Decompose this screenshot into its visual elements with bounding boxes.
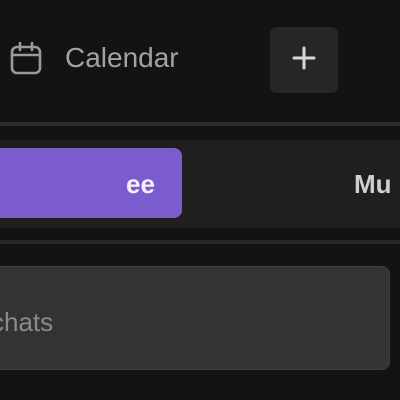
calendar-icon[interactable] xyxy=(8,40,44,76)
search-input[interactable]: chats xyxy=(0,266,390,370)
tab-inactive-label: Mu xyxy=(354,169,392,199)
search-placeholder: chats xyxy=(0,307,54,337)
header: Calendar xyxy=(0,0,400,120)
header-divider xyxy=(0,122,400,126)
tab-active[interactable]: ee xyxy=(0,148,182,218)
plus-icon xyxy=(291,45,317,76)
add-button[interactable] xyxy=(270,27,338,93)
app-root: Calendar ee Mu chats xyxy=(0,0,400,400)
tab-inactive[interactable]: Mu xyxy=(182,148,400,218)
calendar-label[interactable]: Calendar xyxy=(65,42,179,74)
tabs-divider xyxy=(0,240,400,244)
tab-switcher: ee Mu xyxy=(0,140,400,228)
tab-active-label: ee xyxy=(126,172,155,196)
